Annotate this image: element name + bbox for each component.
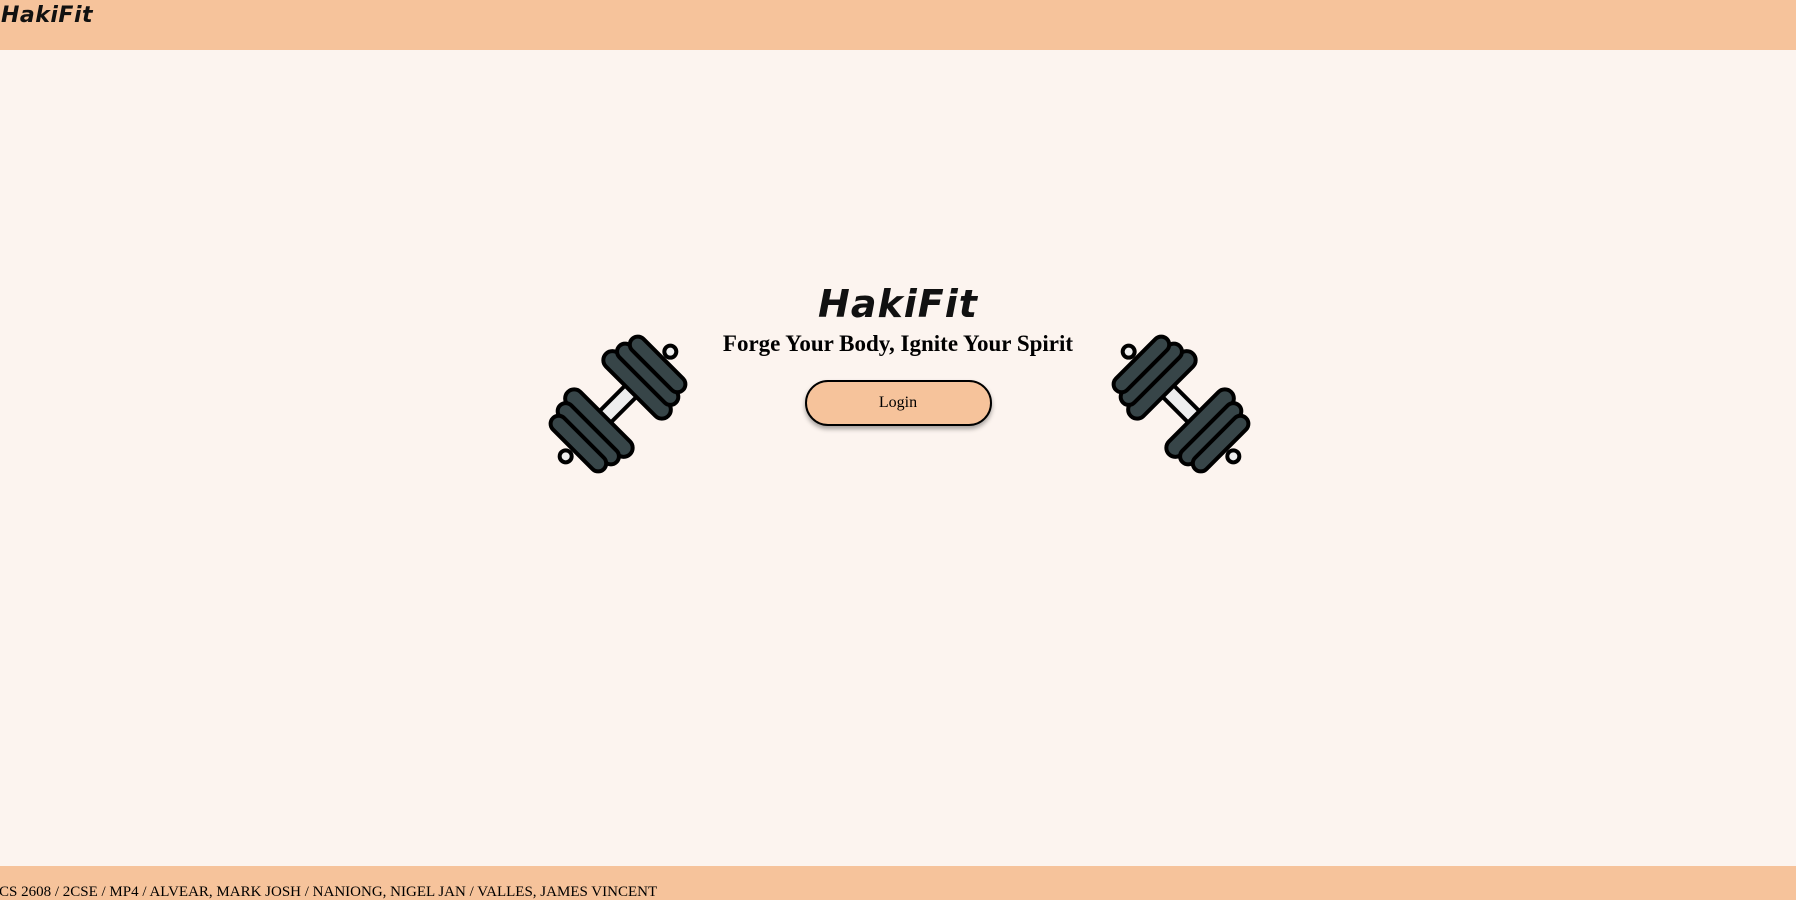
footer: ICS 2608 / 2CSE / MP4 / ALVEAR, MARK JOS… [0, 866, 1796, 900]
hero-section [0, 50, 1796, 866]
tagline: Forge Your Body, Ignite Your Spirit [722, 331, 1074, 356]
dumbbell-icon [548, 334, 688, 474]
hero-content: HakiFit Forge Your Body, Ignite Your Spi… [698, 284, 1098, 426]
top-nav-bar: HakiFit [0, 0, 1796, 50]
brand-logo: HakiFit [818, 282, 978, 326]
footer-credits: ICS 2608 / 2CSE / MP4 / ALVEAR, MARK JOS… [0, 884, 658, 900]
login-button[interactable]: Login [804, 380, 992, 426]
dumbbell-icon [1111, 334, 1251, 474]
header-logo[interactable]: HakiFit [1, 4, 93, 28]
